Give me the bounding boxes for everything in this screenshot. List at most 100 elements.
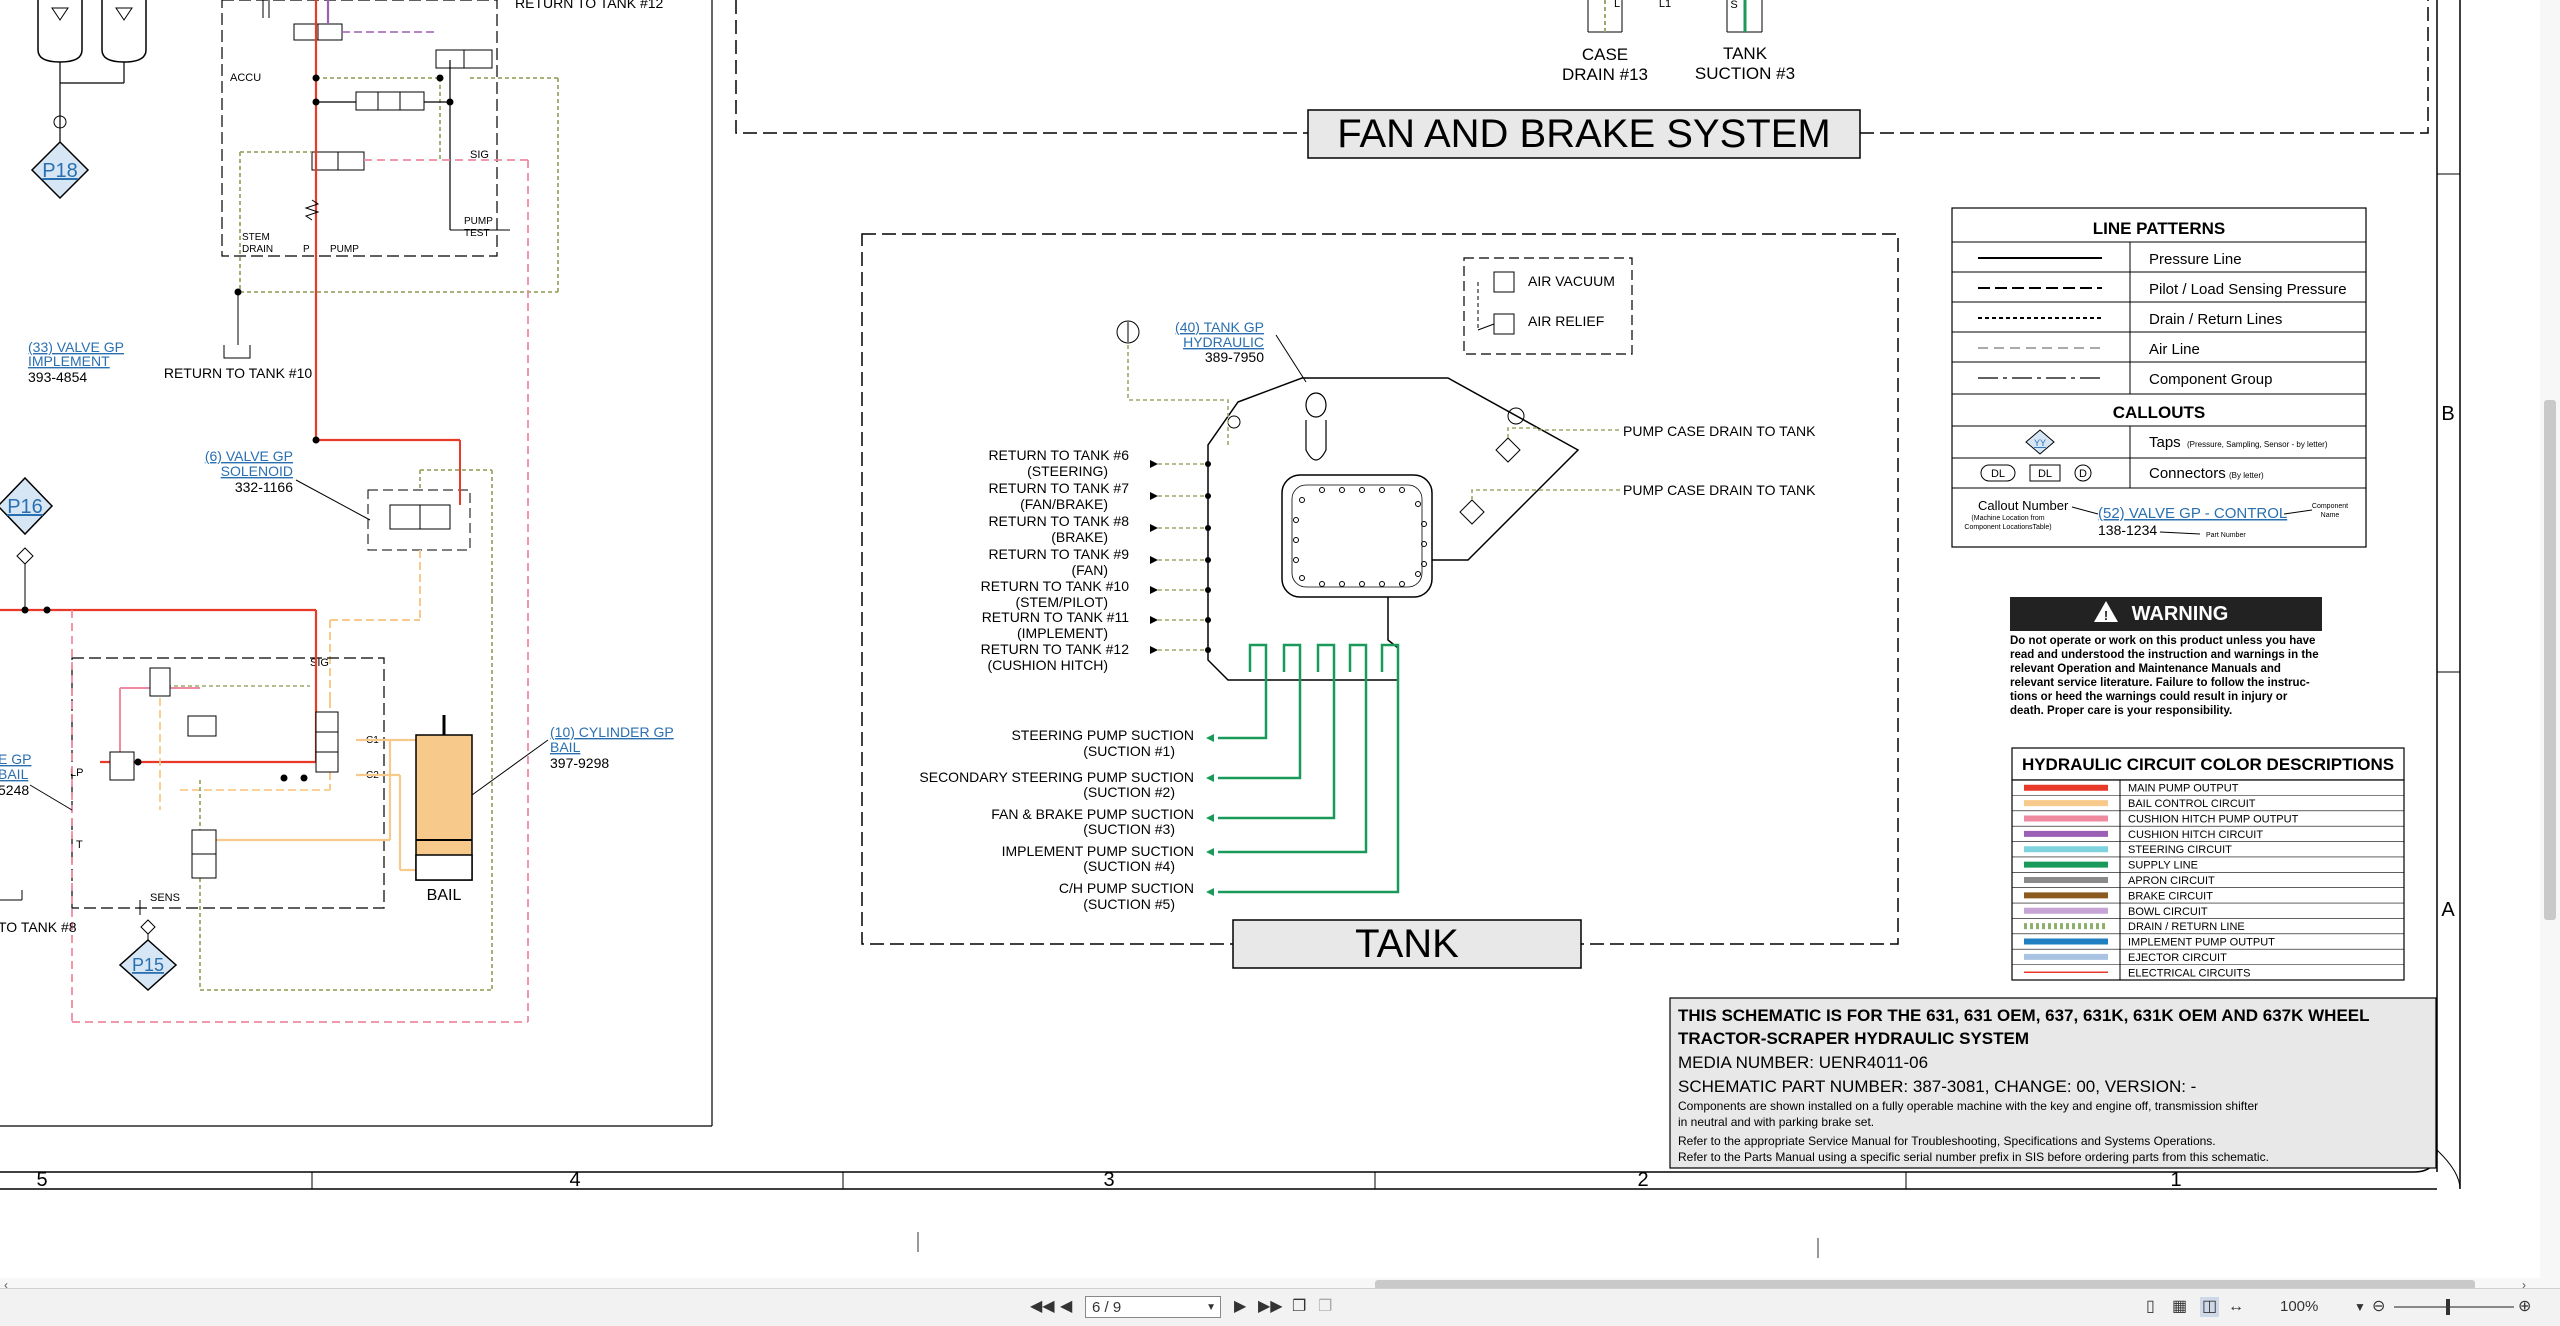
return-6-2: (STEERING): [1027, 463, 1108, 479]
color-label: BRAKE CIRCUIT: [2128, 890, 2213, 902]
pattern-component: Component Group: [2149, 371, 2272, 388]
page-number-field[interactable]: 6 / 9 ▼: [1085, 1296, 1221, 1318]
color-label: BAIL CONTROL CIRCUIT: [2128, 798, 2256, 810]
port-label-s: S: [1730, 0, 1737, 11]
zoom-out-icon[interactable]: ⊖: [2372, 1297, 2385, 1317]
page-number-value: 6 / 9: [1092, 1299, 1122, 1316]
pump-test-label-1: PUMP: [464, 216, 493, 227]
suction-3-2: (SUCTION #3): [1083, 821, 1175, 837]
grid-number-2: 2: [1637, 1169, 1648, 1191]
tap-p16[interactable]: P16: [7, 496, 43, 518]
warning-line-6: death. Proper care is your responsibilit…: [2010, 705, 2232, 717]
suction-2-2: (SUCTION #2): [1083, 784, 1175, 800]
bottom-toolbar: ◀◀ ◀ 6 / 9 ▼ ▶ ▶▶ ❐ ❐ ▯ ▦ ◫ ↔ 100% ▼ ⊖ ⊕: [0, 1288, 2560, 1326]
connector-d: D: [2079, 468, 2087, 480]
return-12-2: (CUSHION HITCH): [987, 657, 1108, 673]
taps-symbol: YY: [2034, 438, 2046, 448]
single-page-view-icon[interactable]: ▯: [2146, 1297, 2155, 1317]
fit-width-icon[interactable]: ↔: [2228, 1297, 2244, 1317]
example-callout-link[interactable]: (52) VALVE GP - CONTROL: [2098, 505, 2287, 522]
return-11-2: (IMPLEMENT): [1017, 625, 1108, 641]
sig2-label: SIG: [310, 657, 329, 669]
return-11-1: RETURN TO TANK #11: [982, 609, 1130, 625]
page-layout-2-icon[interactable]: ❐: [1318, 1297, 1332, 1317]
callout-small-1: (Machine Location from: [1971, 515, 2044, 522]
document-viewer[interactable]: 5 4 3 2 1 B A FAN AND BRAKE SYSTEM L L1 …: [0, 0, 2560, 1325]
zoom-dropdown-icon[interactable]: ▼: [2354, 1297, 2366, 1317]
return-9-2: (FAN): [1071, 562, 1108, 578]
pattern-pressure: Pressure Line: [2149, 251, 2242, 268]
tank-gp-link-1[interactable]: (40) TANK GP: [1175, 319, 1264, 335]
tank-suction-label-2: SUCTION #3: [1695, 64, 1795, 83]
warning-line-4: relevant service literature. Failure to …: [2010, 677, 2310, 689]
callouts-title: CALLOUTS: [2113, 403, 2206, 422]
tank-gp-pn: 389-7950: [1205, 349, 1264, 365]
return-7-2: (FAN/BRAKE): [1020, 496, 1108, 512]
last-page-icon[interactable]: ▶▶: [1258, 1297, 1283, 1317]
bail-label: BAIL: [427, 887, 462, 904]
warning-line-2: read and understood the instruction and …: [2010, 649, 2319, 661]
suction-3-1: FAN & BRAKE PUMP SUCTION: [991, 806, 1194, 822]
zoom-slider-knob[interactable]: [2446, 1299, 2450, 1315]
part-number-small: Part Number: [2206, 532, 2246, 539]
color-label: CUSHION HITCH CIRCUIT: [2128, 829, 2263, 841]
vertical-scrollbar[interactable]: [2540, 0, 2560, 1278]
info-note-2: in neutral and with parking brake set.: [1678, 1115, 1874, 1129]
suction-4-2: (SUCTION #4): [1083, 858, 1175, 874]
warning-icon: !: [2104, 608, 2108, 623]
grid-number-4: 4: [569, 1169, 580, 1191]
tap-p15[interactable]: P15: [132, 955, 164, 975]
first-page-icon[interactable]: ◀◀: [1030, 1297, 1055, 1317]
return-tank-10-label: RETURN TO TANK #10: [164, 365, 313, 381]
return-8-1: RETURN TO TANK #8: [988, 513, 1129, 529]
partial-label-2[interactable]: BAIL: [0, 766, 29, 782]
port-label-l1: L1: [1659, 0, 1671, 10]
grid-number-5: 5: [36, 1169, 47, 1191]
info-media: MEDIA NUMBER: UENR4011-06: [1678, 1053, 1928, 1072]
tank-suction-label-1: TANK: [1723, 44, 1768, 63]
info-note-1: Components are shown installed on a full…: [1678, 1099, 2258, 1113]
partial-label-1[interactable]: E GP: [0, 751, 31, 767]
previous-page-icon[interactable]: ◀: [1060, 1297, 1072, 1317]
valve-solenoid-link-2[interactable]: SOLENOID: [221, 463, 293, 479]
stem-drain-label-2: DRAIN: [242, 244, 273, 255]
tank-gp-link-2[interactable]: HYDRAULIC: [1183, 334, 1264, 350]
return-8-2: (BRAKE): [1051, 529, 1108, 545]
color-label: SUPPLY LINE: [2128, 860, 2198, 872]
cylinder-bail-link-2[interactable]: BAIL: [550, 739, 581, 755]
tank-title: TANK: [1355, 922, 1459, 966]
tap-p18[interactable]: P18: [42, 160, 78, 182]
connector-dl-2: DL: [2038, 468, 2052, 480]
info-part: SCHEMATIC PART NUMBER: 387-3081, CHANGE:…: [1678, 1077, 2196, 1096]
zoom-slider[interactable]: [2394, 1306, 2514, 1308]
grid-number-1: 1: [2170, 1169, 2181, 1191]
warning-line-3: relevant Operation and Maintenance Manua…: [2010, 663, 2281, 675]
page-layout-icon[interactable]: ❐: [1292, 1297, 1306, 1317]
air-relief-label: AIR RELIEF: [1528, 313, 1604, 329]
next-page-icon[interactable]: ▶: [1234, 1297, 1246, 1317]
suction-5-1: C/H PUMP SUCTION: [1059, 880, 1194, 896]
case-drain-label-1: CASE: [1582, 45, 1628, 64]
connectors-small: (By letter): [2229, 471, 2264, 480]
two-page-view-icon[interactable]: ◫: [2200, 1297, 2220, 1317]
component-name-1: Component: [2312, 503, 2348, 510]
return-10-2: (STEM/PILOT): [1015, 594, 1108, 610]
grid-number-3: 3: [1103, 1169, 1114, 1191]
continuous-view-icon[interactable]: ▦: [2172, 1297, 2187, 1317]
info-line-1: THIS SCHEMATIC IS FOR THE 631, 631 OEM, …: [1678, 1006, 2370, 1025]
example-part-number: 138-1234: [2098, 522, 2157, 538]
suction-4-1: IMPLEMENT PUMP SUCTION: [1002, 843, 1194, 859]
vertical-scroll-thumb[interactable]: [2544, 400, 2556, 920]
page-dropdown-icon[interactable]: ▼: [1206, 1297, 1216, 1319]
zoom-level: 100%: [2280, 1298, 2319, 1315]
zoom-in-icon[interactable]: ⊕: [2518, 1297, 2531, 1317]
taps-small: (Pressure, Sampling, Sensor - by letter): [2187, 440, 2328, 449]
valve-solenoid-link-1[interactable]: (6) VALVE GP: [205, 448, 293, 464]
color-label: APRON CIRCUIT: [2128, 875, 2215, 887]
schematic-drawing: 5 4 3 2 1 B A FAN AND BRAKE SYSTEM L L1 …: [0, 0, 2540, 1278]
warning-line-1: Do not operate or work on this product u…: [2010, 635, 2315, 647]
cylinder-bail-link-1[interactable]: (10) CYLINDER GP: [550, 724, 674, 740]
partial-label-3: 5248: [0, 782, 29, 798]
return-6-1: RETURN TO TANK #6: [988, 447, 1129, 463]
valve-implement-link-2[interactable]: IMPLEMENT: [28, 353, 110, 369]
